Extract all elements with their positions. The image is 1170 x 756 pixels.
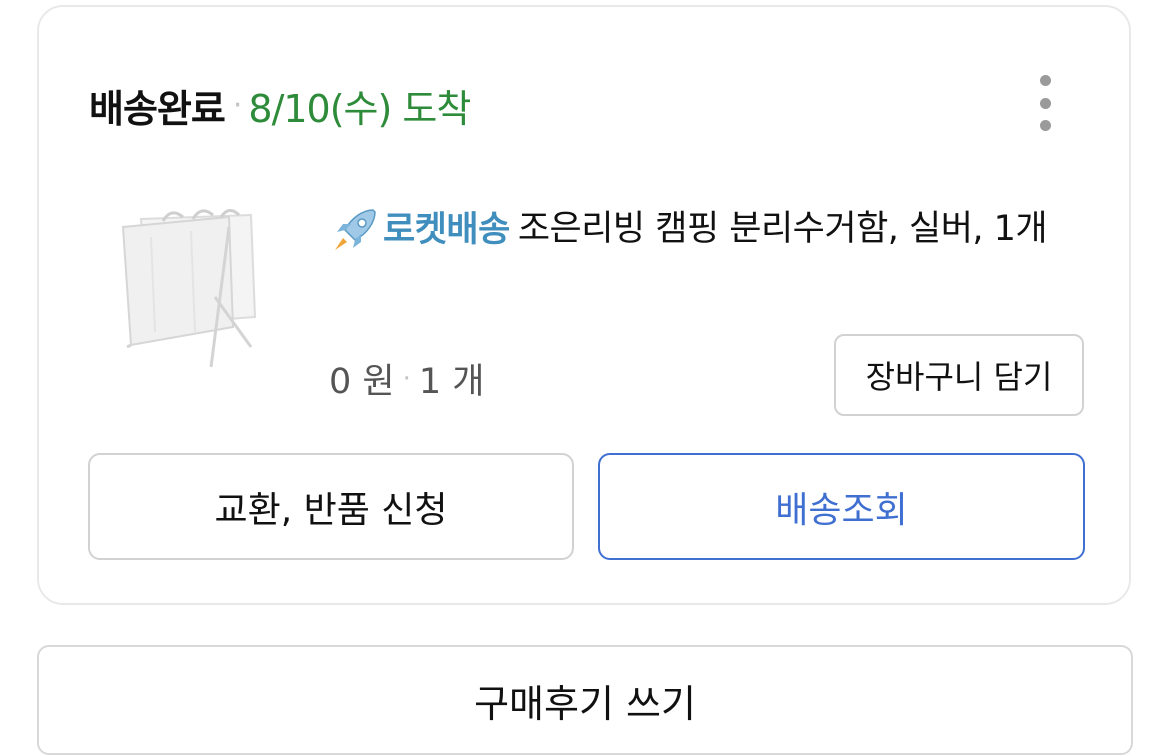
track-delivery-button[interactable]: 배송조회	[598, 453, 1085, 560]
more-dot	[1039, 75, 1051, 86]
more-dot	[1039, 120, 1051, 131]
quantity: 1 개	[418, 362, 485, 402]
order-header: 배송완료 · 8/10(수) 도착	[89, 75, 471, 135]
product-thumbnail[interactable]	[111, 197, 271, 377]
rocket-icon	[335, 209, 376, 250]
more-dot	[1039, 97, 1051, 109]
separator-dot: ·	[232, 87, 243, 123]
separator-dot: ·	[402, 363, 411, 394]
order-card: 배송완료 · 8/10(수) 도착 로켓배송 조은리빙 캠핑 분리수거함, 실버…	[37, 5, 1131, 605]
price-quantity-row: 0 원 · 1 개	[329, 353, 484, 404]
arrival-date: 8/10(수) 도착	[248, 86, 471, 131]
add-to-cart-button[interactable]: 장바구니 담기	[834, 334, 1084, 416]
product-name: 조은리빙 캠핑 분리수거함, 실버, 1개	[517, 209, 1048, 249]
more-vertical-icon[interactable]	[1035, 75, 1055, 131]
rocket-delivery-badge: 로켓배송	[329, 196, 510, 264]
recycling-bin-image	[121, 209, 257, 368]
exchange-return-button[interactable]: 교환, 반품 신청	[88, 453, 574, 560]
price: 0 원	[329, 362, 395, 402]
rocket-delivery-label: 로켓배송	[383, 210, 510, 250]
write-review-button[interactable]: 구매후기 쓰기	[37, 645, 1133, 755]
product-title[interactable]: 로켓배송 조은리빙 캠핑 분리수거함, 실버, 1개	[329, 195, 1089, 264]
delivery-status: 배송완료	[89, 86, 226, 131]
